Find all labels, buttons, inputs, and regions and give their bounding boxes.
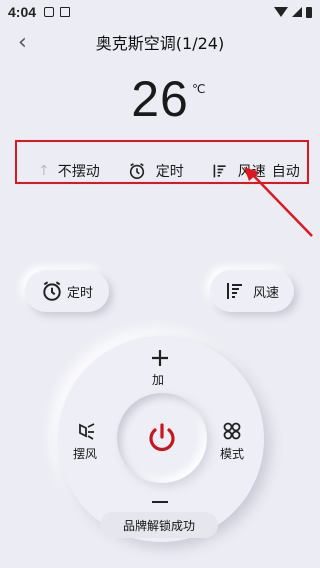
signal-icon — [292, 7, 302, 17]
status-bar: 4:04 — [0, 0, 320, 24]
gallery-notification-icon — [44, 7, 55, 17]
toast-message: 品牌解锁成功 — [100, 512, 218, 538]
power-icon — [149, 423, 175, 452]
minus-icon[interactable] — [152, 501, 168, 503]
temperature-unit: ℃ — [192, 82, 206, 96]
page-title: 奥克斯空调(1/24) — [95, 34, 225, 53]
back-icon[interactable]: ‹ — [18, 30, 27, 55]
swing-label[interactable]: 摆风 — [73, 445, 97, 462]
swing-icon[interactable] — [76, 421, 96, 441]
timer-status: 定时 — [128, 161, 184, 181]
plus-icon[interactable] — [150, 348, 170, 368]
annotation-arrow — [244, 167, 313, 237]
timer-button[interactable]: 定时 — [25, 270, 109, 312]
app-notification-icon — [60, 7, 71, 17]
mode-icon[interactable] — [222, 421, 242, 441]
fan-speed-icon — [213, 164, 226, 178]
header: ‹ 奥克斯空调(1/24) — [0, 28, 320, 56]
battery-icon — [306, 6, 312, 18]
timer-button-label: 定时 — [66, 285, 93, 301]
mode-label[interactable]: 模式 — [220, 445, 244, 462]
arrow-up-icon: ↑ — [38, 163, 50, 179]
alarm-clock-icon — [43, 281, 61, 301]
fan-speed-icon — [226, 283, 242, 299]
swing-status-label: 不摆动 — [57, 164, 100, 180]
timer-status-label: 定时 — [155, 164, 184, 180]
power-button[interactable] — [117, 393, 207, 483]
temperature-display: 26 ℃ — [0, 70, 320, 128]
alarm-clock-icon — [129, 163, 144, 180]
fan-speed-button-label: 风速 — [252, 285, 279, 301]
plus-label[interactable]: 加 — [152, 371, 164, 388]
temperature-value: 26 — [131, 71, 189, 127]
wifi-icon — [274, 7, 288, 17]
swing-status: ↑ 不摆动 — [32, 161, 100, 181]
fan-speed-button[interactable]: 风速 — [210, 270, 294, 312]
status-time: 4:04 — [8, 4, 37, 20]
